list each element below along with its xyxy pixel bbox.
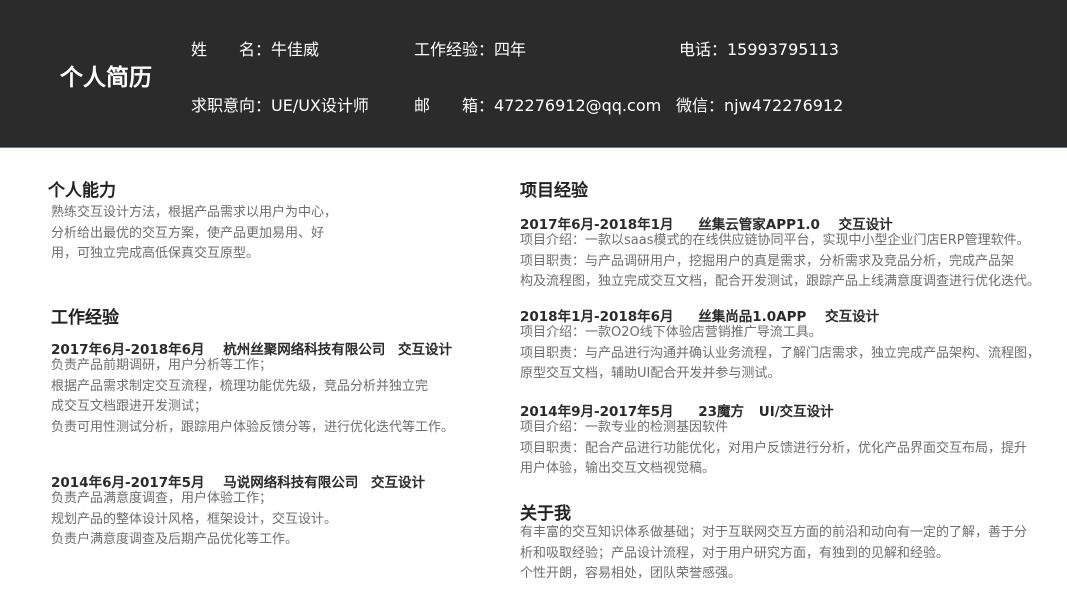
about-line: 析和吸取经验；产品设计流程，对于用户研究方面，有独到的见解和经验。	[520, 545, 950, 561]
project-period: 2018年1月-2018年6月	[520, 309, 674, 325]
about-title: 关于我	[520, 504, 571, 524]
job-period: 2017年6月-2018年6月	[51, 342, 205, 358]
project-line: 项目介绍：一款O2O线下体验店营销推广导流工具。	[520, 325, 822, 340]
project-line: 项目介绍：一款以saas模式的在线供应链协同平台，实现中小型企业门店ERP管理软…	[520, 233, 1030, 248]
job-period: 2014年6月-2017年5月	[51, 475, 205, 491]
objective-field: 求职意向：UE/UX设计师	[191, 96, 369, 115]
project-role: 交互设计	[825, 309, 880, 325]
job-role: 交互设计	[397, 342, 452, 358]
project-heading: 2018年1月-2018年6月 丝集尚品1.0APP 交互设计	[520, 305, 879, 325]
job-company: 杭州丝聚网络科技有限公司	[223, 342, 386, 358]
job-company: 马说网络科技有限公司	[223, 475, 359, 491]
job-line: 规划产品的整体设计风格，框架设计，交互设计。	[51, 511, 338, 527]
email-field: 邮 箱：472276912@qq.com	[414, 96, 662, 115]
about-line: 有丰富的交互知识体系做基础；对于互联网交互方面的前沿和动向有一定的了解，善于分	[520, 525, 1028, 540]
project-description: 项目介绍：一款专业的检测基因软件 项目职责：配合产品进行功能优化，对用户反馈进行…	[520, 418, 1027, 480]
projects-title: 项目经验	[520, 181, 588, 201]
job-heading: 2014年6月-2017年5月 马说网络科技有限公司 交互设计	[51, 471, 425, 491]
project-description: 项目介绍：一款O2O线下体验店营销推广导流工具。 项目职责：与产品进行沟通并确认…	[520, 323, 1040, 385]
ability-line: 熟练交互设计方法，根据产品需求以用户为中心，	[51, 205, 338, 220]
job-line: 负责产品满意度调查，用户体验工作；	[51, 491, 273, 506]
wechat-field: 微信：njw472276912	[676, 96, 844, 115]
job-line: 成交互文档跟进开发测试；	[51, 399, 208, 414]
project-period: 2017年6月-2018年1月	[520, 217, 674, 233]
resume-header: 个人简历 姓 名：牛佳威 工作经验：四年 电话：15993795113 求职意向…	[0, 0, 1067, 148]
about-text: 有丰富的交互知识体系做基础；对于互联网交互方面的前沿和动向有一定的了解，善于分 …	[520, 523, 1027, 585]
project-line: 项目职责：与产品调研用户，挖掘用户的真是需求，分析需求及竞品分析，完成产品架	[520, 253, 1015, 269]
project-role: UI/交互设计	[758, 404, 834, 420]
ability-line: 分析给出最优的交互方案，使产品更加易用、好	[51, 225, 325, 241]
ability-line: 用，可独立完成高低保真交互原型。	[51, 246, 260, 261]
project-heading: 2014年9月-2017年5月 23魔方 UI/交互设计	[520, 400, 834, 420]
project-role: 交互设计	[838, 217, 893, 233]
project-description: 项目介绍：一款以saas模式的在线供应链协同平台，实现中小型企业门店ERP管理软…	[520, 231, 1040, 293]
project-line: 用户体验，输出交互文档视觉稿。	[520, 461, 716, 476]
project-period: 2014年9月-2017年5月	[520, 404, 674, 420]
project-line: 构及流程图，独立完成交互文档，配合开发测试，跟踪产品上线满意度调查进行优化迭代。	[520, 274, 1041, 289]
project-name: 丝集云管家APP1.0	[698, 217, 820, 233]
job-role: 交互设计	[370, 475, 425, 491]
project-line: 项目职责：配合产品进行功能优化，对用户反馈进行分析，优化产品界面交互布局，提升	[520, 440, 1028, 456]
ability-title: 个人能力	[48, 181, 116, 201]
project-name: 丝集尚品1.0APP	[698, 309, 807, 325]
resume-title: 个人简历	[60, 65, 152, 91]
phone-field: 电话：15993795113	[679, 40, 839, 59]
job-description: 负责产品满意度调查，用户体验工作； 规划产品的整体设计风格，框架设计，交互设计。…	[51, 489, 337, 551]
ability-text: 熟练交互设计方法，根据产品需求以用户为中心， 分析给出最优的交互方案，使产品更加…	[51, 203, 337, 265]
name-field: 姓 名：牛佳威	[191, 40, 320, 59]
about-line: 个性开朗，容易相处，团队荣誉感强。	[520, 566, 742, 581]
project-line: 项目职责：与产品进行沟通并确认业务流程，了解门店需求，独立完成产品架构、流程图，	[520, 345, 1041, 361]
project-name: 23魔方	[698, 404, 745, 420]
job-line: 根据产品需求制定交互流程，梳理功能优先级，竞品分析并独立完	[51, 378, 429, 394]
project-line: 原型交互文档，辅助UI配合开发并参与测试。	[520, 366, 781, 381]
job-line: 负责产品前期调研，用户分析等工作；	[51, 358, 273, 373]
job-heading: 2017年6月-2018年6月 杭州丝聚网络科技有限公司 交互设计	[51, 338, 452, 358]
job-line: 负责户满意度调查及后期产品优化等工作。	[51, 532, 299, 547]
work-title: 工作经验	[51, 308, 119, 328]
project-heading: 2017年6月-2018年1月 丝集云管家APP1.0 交互设计	[520, 213, 893, 233]
experience-field: 工作经验：四年	[414, 40, 527, 59]
job-line: 负责可用性测试分析，跟踪用户体验反馈分等，进行优化迭代等工作。	[51, 419, 455, 435]
project-line: 项目介绍：一款专业的检测基因软件	[520, 420, 729, 435]
job-description: 负责产品前期调研，用户分析等工作； 根据产品需求制定交互流程，梳理功能优先级，竞…	[51, 356, 454, 438]
